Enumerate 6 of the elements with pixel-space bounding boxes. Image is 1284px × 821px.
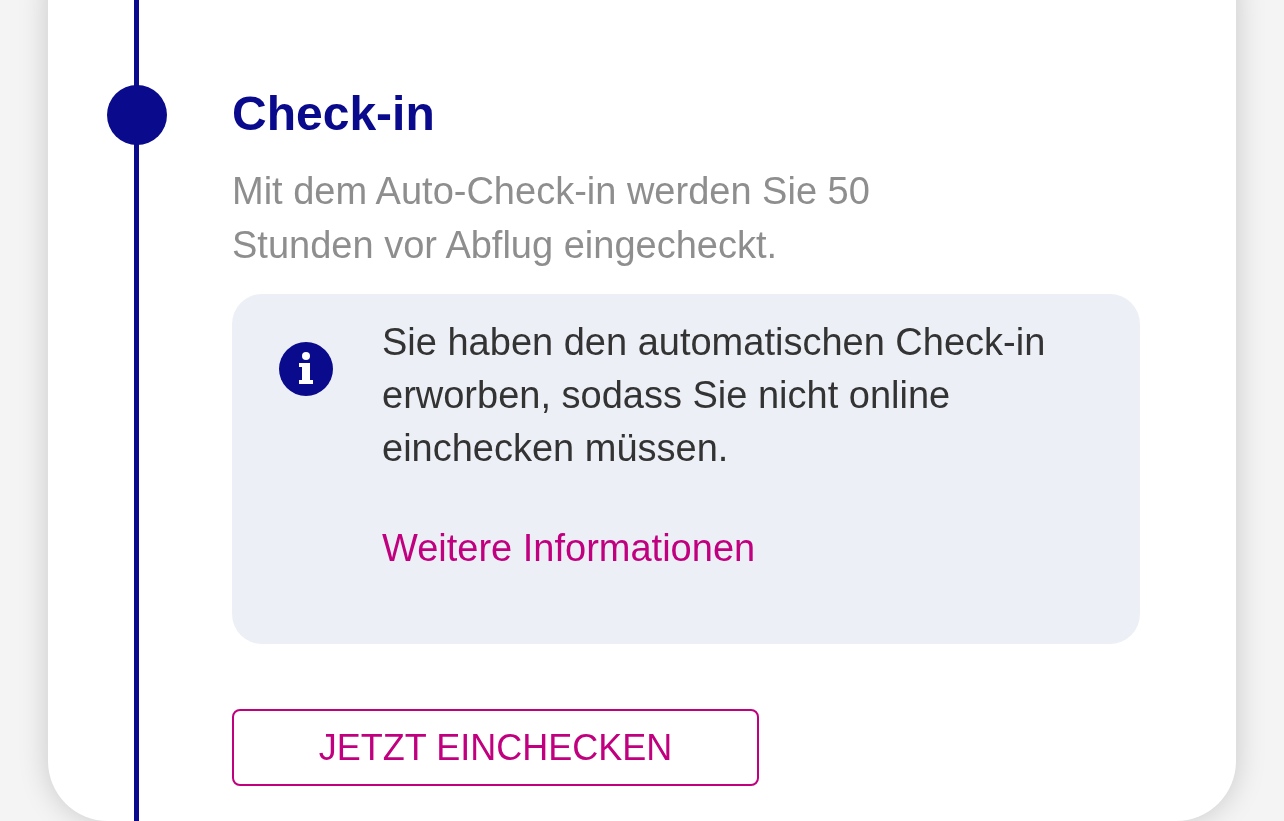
more-info-link[interactable]: Weitere Informationen [382,522,756,575]
step-title: Check-in [232,86,436,142]
check-in-button[interactable]: JETZT EINCHECKEN [232,709,759,786]
info-text: Sie haben den automatischen Check-in erworben, sodass Sie nicht online einchecken müssen. [382,320,1047,471]
info-icon [279,342,333,396]
step-description: Mit dem Auto-Check-in werden Sie 50 Stunden vor Abflug eingecheckt. [232,169,871,268]
